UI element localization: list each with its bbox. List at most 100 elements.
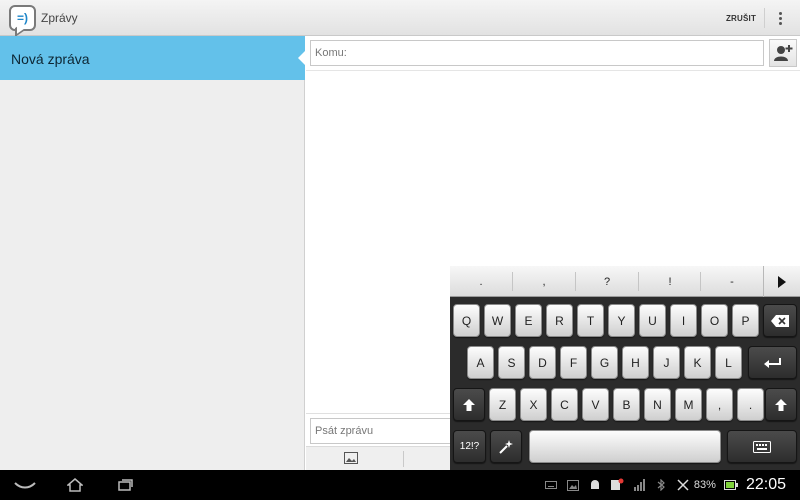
key[interactable]: J bbox=[653, 346, 680, 379]
key[interactable]: N bbox=[644, 388, 671, 421]
key[interactable]: M bbox=[675, 388, 702, 421]
key[interactable]: A bbox=[467, 346, 494, 379]
key-label: N bbox=[653, 397, 662, 412]
add-contact-button[interactable] bbox=[769, 39, 797, 67]
key-label: H bbox=[631, 355, 640, 370]
add-contact-icon bbox=[774, 45, 793, 61]
key[interactable]: I bbox=[670, 304, 697, 337]
key[interactable]: . bbox=[737, 388, 764, 421]
key[interactable]: B bbox=[613, 388, 640, 421]
on-screen-keyboard: . , ? ! - Q W E R T Y U I O P A S D F G … bbox=[450, 266, 800, 470]
key-label: V bbox=[591, 397, 600, 412]
key[interactable]: Z bbox=[489, 388, 516, 421]
action-bar: =) Zprávy ZRUŠIT bbox=[0, 0, 800, 36]
cancel-button[interactable]: ZRUŠIT bbox=[718, 5, 764, 31]
wifi-off-icon bbox=[676, 478, 690, 492]
shift-key-right[interactable] bbox=[765, 388, 797, 421]
key[interactable]: E bbox=[515, 304, 542, 337]
key-label: C bbox=[560, 397, 569, 412]
navigation-bar: 83% 22:05 bbox=[0, 470, 800, 500]
selection-arrow-icon bbox=[298, 50, 306, 66]
key[interactable]: X bbox=[520, 388, 547, 421]
gallery-status-icon bbox=[566, 478, 580, 492]
app-title: Zprávy bbox=[41, 11, 78, 25]
key-label: M bbox=[683, 397, 694, 412]
key[interactable]: F bbox=[560, 346, 587, 379]
status-area[interactable]: 83% 22:05 bbox=[536, 470, 800, 500]
key[interactable]: C bbox=[551, 388, 578, 421]
keyboard-status-icon bbox=[544, 478, 558, 492]
shift-icon bbox=[463, 398, 475, 411]
enter-key[interactable] bbox=[748, 346, 797, 379]
backspace-key[interactable] bbox=[763, 304, 797, 337]
key-label: P bbox=[741, 313, 750, 328]
key-label: F bbox=[569, 355, 578, 370]
recipient-input[interactable] bbox=[310, 40, 764, 66]
message-row bbox=[306, 413, 466, 446]
conversation-list: Nová zpráva bbox=[0, 36, 306, 470]
key-label: Z bbox=[498, 397, 507, 412]
magic-wand-icon bbox=[499, 439, 513, 454]
key-label: K bbox=[693, 355, 702, 370]
key[interactable]: W bbox=[484, 304, 511, 337]
image-attach-icon bbox=[344, 452, 358, 464]
key[interactable]: T bbox=[577, 304, 604, 337]
key[interactable]: R bbox=[546, 304, 573, 337]
key[interactable]: S bbox=[498, 346, 525, 379]
attachment-divider bbox=[403, 451, 404, 467]
keyboard-hide-icon bbox=[753, 440, 771, 453]
suggestion-bar: . , ? ! - bbox=[450, 266, 800, 297]
suggestion-item[interactable]: ! bbox=[639, 266, 701, 297]
conversation-item-label: Nová zpráva bbox=[11, 51, 90, 67]
home-icon bbox=[67, 478, 83, 492]
suggestion-item[interactable]: ? bbox=[576, 266, 638, 297]
key-label: I bbox=[681, 313, 686, 328]
key-label: O bbox=[709, 313, 720, 328]
attach-image-button[interactable] bbox=[344, 451, 360, 465]
key-label: U bbox=[648, 313, 657, 328]
back-button[interactable] bbox=[10, 474, 40, 496]
key[interactable]: P bbox=[732, 304, 759, 337]
key[interactable]: Y bbox=[608, 304, 635, 337]
messaging-icon[interactable]: =) bbox=[9, 5, 36, 31]
suggestion-item[interactable]: , bbox=[513, 266, 575, 297]
key-label: R bbox=[555, 313, 564, 328]
key[interactable]: U bbox=[639, 304, 666, 337]
message-input[interactable] bbox=[310, 418, 460, 444]
key[interactable]: , bbox=[706, 388, 733, 421]
key-label: , bbox=[717, 397, 722, 412]
key-label: D bbox=[538, 355, 547, 370]
key[interactable]: O bbox=[701, 304, 728, 337]
attachment-bar bbox=[306, 446, 466, 470]
play-right-icon[interactable] bbox=[763, 266, 800, 297]
battery-percent: 83% bbox=[693, 479, 716, 491]
android-status-icon bbox=[588, 478, 602, 492]
space-key[interactable] bbox=[529, 430, 721, 463]
conversation-item-new-message[interactable]: Nová zpráva bbox=[0, 36, 306, 80]
symbols-key[interactable]: 12!? bbox=[453, 430, 486, 463]
key[interactable]: K bbox=[684, 346, 711, 379]
suggestion-item[interactable]: - bbox=[701, 266, 763, 297]
key[interactable]: L bbox=[715, 346, 742, 379]
suggestion-item[interactable]: . bbox=[450, 266, 512, 297]
recent-apps-button[interactable] bbox=[110, 474, 140, 496]
key-label: 12!? bbox=[459, 441, 480, 452]
key[interactable]: G bbox=[591, 346, 618, 379]
key[interactable]: V bbox=[582, 388, 609, 421]
home-button[interactable] bbox=[60, 474, 90, 496]
key-label: Y bbox=[617, 313, 626, 328]
key[interactable]: H bbox=[622, 346, 649, 379]
hide-keyboard-key[interactable] bbox=[727, 430, 797, 463]
shift-key-left[interactable] bbox=[453, 388, 485, 421]
key[interactable]: D bbox=[529, 346, 556, 379]
overflow-menu-icon[interactable] bbox=[768, 6, 792, 30]
key-label: J bbox=[663, 355, 670, 370]
shift-icon bbox=[775, 398, 787, 411]
notification-alert-icon bbox=[610, 478, 624, 492]
key[interactable]: Q bbox=[453, 304, 480, 337]
key-label: T bbox=[586, 313, 595, 328]
backspace-icon bbox=[771, 314, 789, 327]
magic-wand-key[interactable] bbox=[490, 430, 522, 463]
action-bar-divider bbox=[764, 8, 765, 28]
key-label: . bbox=[748, 397, 753, 412]
